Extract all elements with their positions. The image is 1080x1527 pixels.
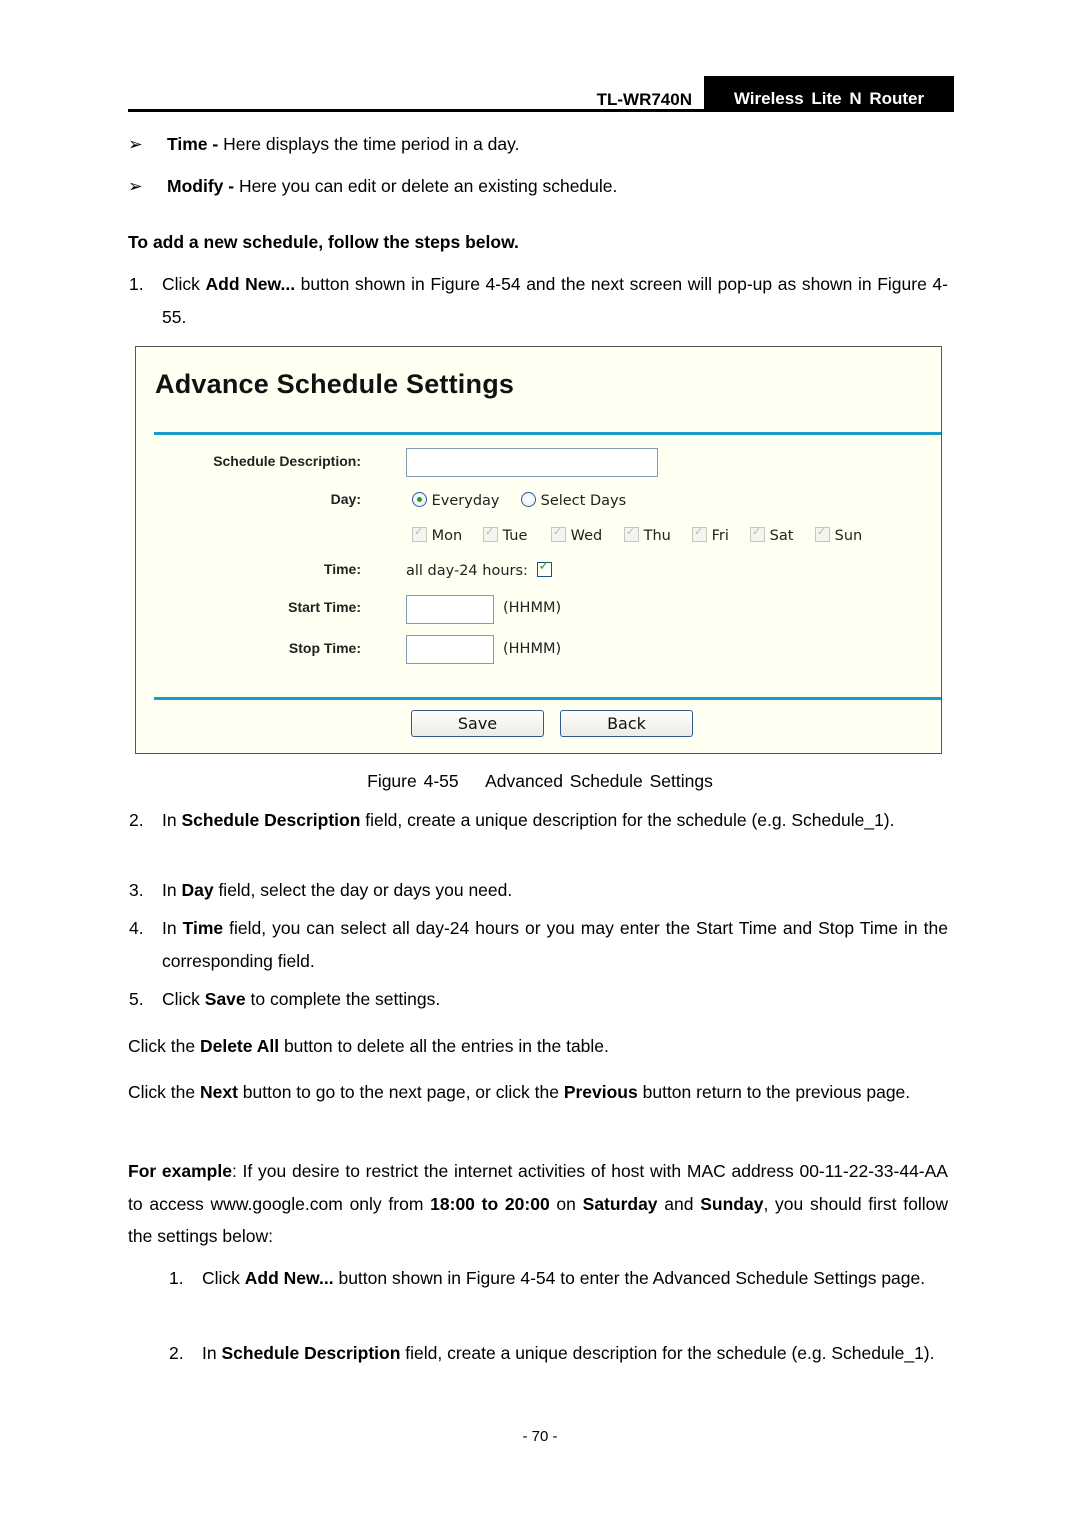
radio-label: Select Days (540, 493, 627, 509)
step-number: 2. (169, 1343, 184, 1363)
arrow-bullet-icon: ➢ (128, 134, 143, 154)
delete-all-paragraph: Click the Delete All button to delete al… (128, 1036, 609, 1056)
day-label: Day: (330, 491, 361, 507)
start-time-input[interactable] (406, 595, 494, 624)
bottom-divider (154, 697, 941, 700)
figure-title: Advance Schedule Settings (155, 369, 515, 399)
day-checkbox-mon[interactable]: Mon (412, 525, 463, 544)
next-previous-paragraph: Click the Next button to go to the next … (128, 1082, 911, 1102)
radio-unselected-icon[interactable] (521, 492, 536, 507)
step-text: In Schedule Description field, create a … (202, 1343, 935, 1363)
header-model: TL-WR740N (596, 90, 692, 109)
all-day-checkbox[interactable]: all day-24 hours: (406, 559, 552, 579)
day-checkbox-sat[interactable]: Sat (750, 525, 794, 544)
day-label-text: Mon (431, 528, 463, 544)
all-day-label: all day-24 hours: (406, 563, 528, 579)
day-checkbox-fri[interactable]: Fri (692, 525, 729, 544)
checkbox-icon[interactable] (551, 525, 566, 542)
figure-caption: Figure 4-55 Advanced Schedule Settings (367, 771, 713, 791)
radio-selected-icon[interactable] (412, 492, 427, 507)
schedule-description-input[interactable] (406, 448, 658, 477)
bullet-term: Time - (167, 134, 219, 154)
day-checkbox-sun[interactable]: Sun (815, 525, 863, 544)
bullet-text: Here displays the time period in a day. (218, 134, 520, 154)
header-product-tab: Wireless Lite N Router (704, 76, 954, 112)
page-number: - 70 - (522, 1428, 558, 1445)
step-number: 2. (129, 810, 144, 830)
step-number: 1. (129, 274, 144, 294)
start-time-label: Start Time: (288, 599, 361, 615)
step-text: Click Add New... button shown in Figure … (162, 274, 948, 327)
step-text: In Schedule Description field, create a … (162, 810, 895, 830)
save-button[interactable]: Save (411, 710, 544, 737)
day-checkbox-tue[interactable]: Tue (483, 525, 528, 544)
example-paragraph: For example: If you desire to restrict t… (128, 1161, 948, 1246)
step-number: 5. (129, 989, 144, 1009)
everyday-radio[interactable]: Everyday (412, 492, 500, 509)
step-number: 1. (169, 1268, 184, 1288)
checkbox-icon[interactable] (624, 525, 639, 542)
back-button[interactable]: Back (560, 710, 693, 737)
start-time-format-hint: (HHMM) (503, 600, 562, 616)
stop-time-label: Stop Time: (288, 640, 361, 656)
stop-time-format-hint: (HHMM) (503, 641, 562, 657)
day-label-text: Wed (570, 528, 603, 544)
page-header: TL-WR740N Wireless Lite N Router (128, 76, 954, 112)
day-label-text: Sat (769, 528, 794, 544)
stop-time-input[interactable] (406, 635, 494, 664)
section-heading: To add a new schedule, follow the steps … (128, 232, 519, 252)
day-label-text: Fri (711, 528, 729, 544)
radio-label: Everyday (431, 493, 500, 509)
schedule-description-label: Schedule Description: (213, 453, 361, 469)
step-number: 4. (129, 918, 144, 938)
step-text: Click Add New... button shown in Figure … (202, 1268, 926, 1288)
checkbox-icon[interactable] (692, 525, 707, 542)
bullet-term: Modify - (167, 176, 235, 196)
day-label-text: Sun (834, 528, 863, 544)
day-checkbox-thu[interactable]: Thu (624, 525, 671, 544)
step-number: 3. (129, 880, 144, 900)
step-text: In Time field, you can select all day-24… (162, 918, 948, 971)
checkbox-checked-icon[interactable] (536, 559, 552, 577)
day-label-text: Tue (502, 528, 528, 544)
select-days-radio[interactable]: Select Days (521, 492, 626, 509)
day-checkbox-wed[interactable]: Wed (551, 525, 603, 544)
arrow-bullet-icon: ➢ (128, 176, 143, 196)
checkbox-icon[interactable] (483, 525, 498, 542)
day-label-text: Thu (643, 528, 671, 544)
advance-schedule-settings-figure: Advance Schedule Settings Schedule Descr… (135, 346, 942, 754)
checkbox-icon[interactable] (750, 525, 765, 542)
bullet-text: Here you can edit or delete an existing … (234, 176, 618, 196)
top-divider (154, 432, 941, 435)
checkbox-icon[interactable] (412, 525, 427, 542)
time-label: Time: (323, 561, 361, 577)
step-text: Click Save to complete the settings. (162, 989, 441, 1009)
step-text: In Day field, select the day or days you… (162, 880, 513, 900)
checkbox-icon[interactable] (815, 525, 830, 542)
